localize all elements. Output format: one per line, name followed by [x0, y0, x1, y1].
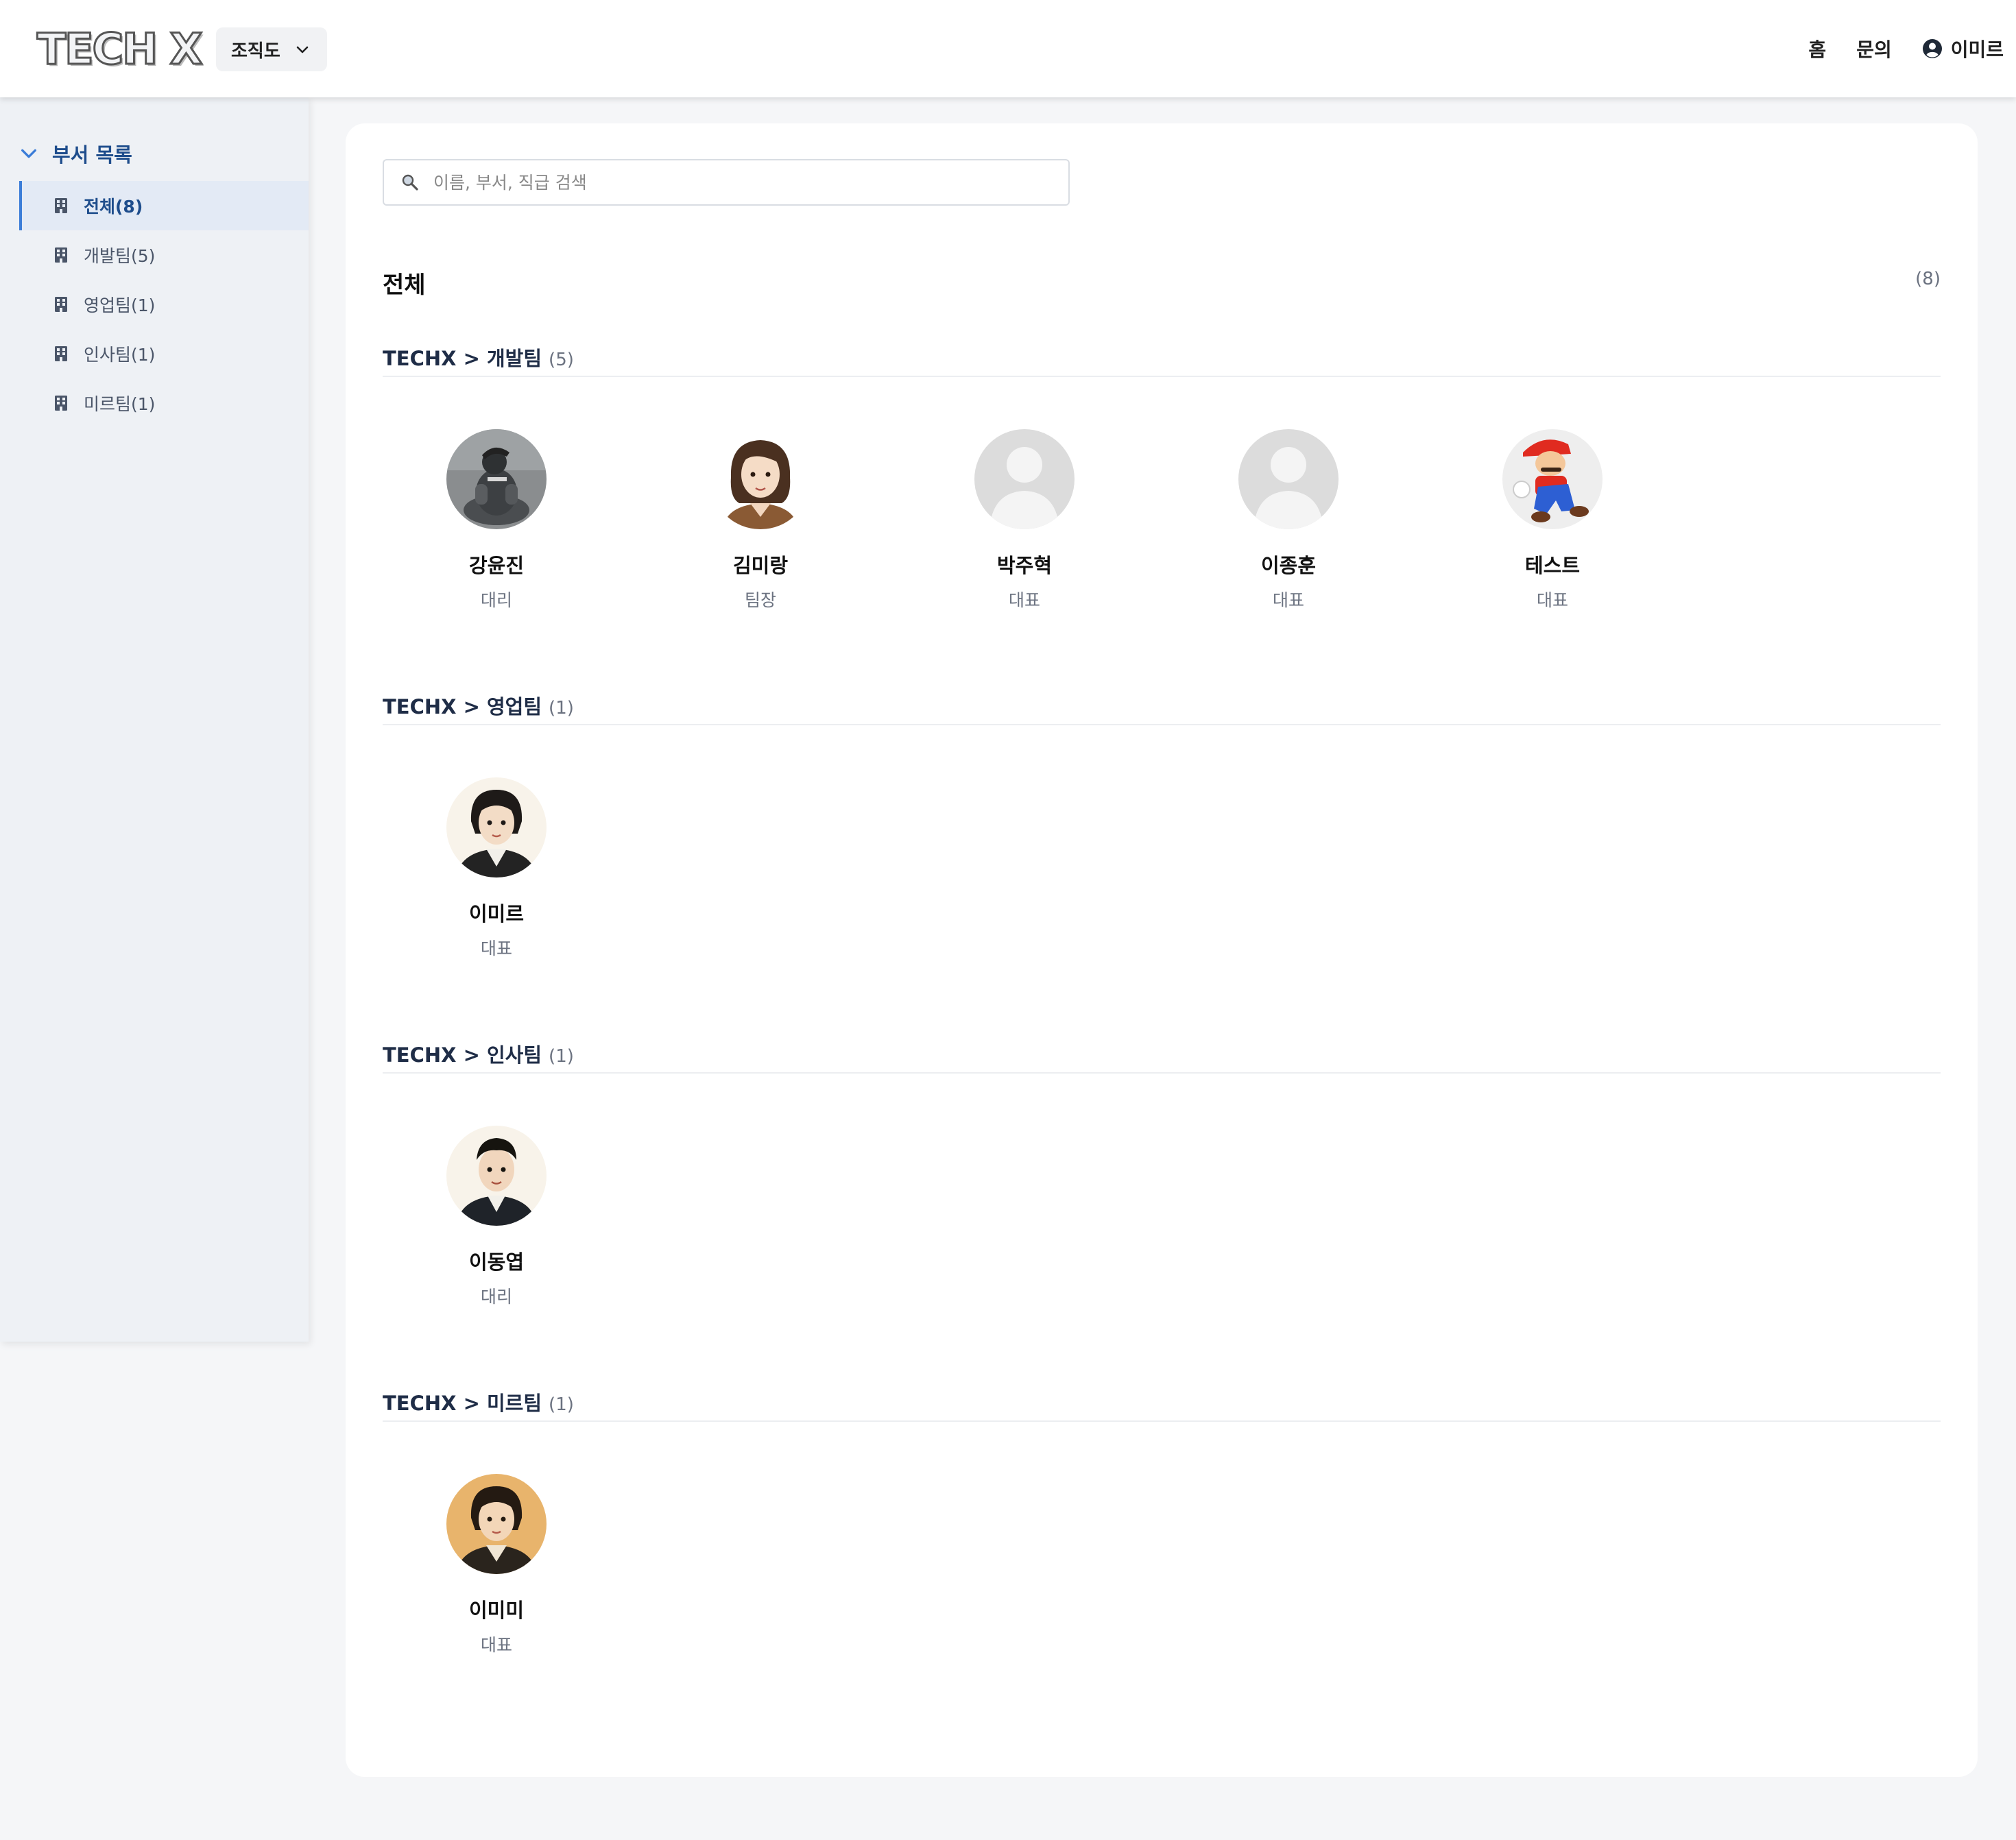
chevron-down-icon: [296, 46, 309, 53]
member-grid: 강윤진 대리 김미랑 팀장 박주혁 대표 이종훈 대표 테스트 대표: [383, 377, 1941, 651]
illustrated-woman-icon: [446, 1474, 547, 1574]
member-card[interactable]: 이동엽 대리: [414, 1126, 579, 1308]
group-header: TECHX > 미르팀 (1): [383, 1381, 1941, 1422]
illustrated-woman-icon: [710, 429, 811, 529]
member-grid: 이동엽 대리: [383, 1074, 1941, 1348]
member-role: 팀장: [744, 590, 776, 610]
sidebar-item-label: 인사팀(1): [84, 345, 156, 365]
group-title: TECHX > 인사팀: [383, 1043, 542, 1067]
member-card[interactable]: 이미미 대표: [414, 1474, 579, 1656]
group-header: TECHX > 개발팀 (5): [383, 336, 1941, 377]
mario-character-icon: [1502, 429, 1603, 529]
department-list-title: 부서 목록: [52, 143, 132, 167]
member-name: 테스트: [1524, 554, 1581, 577]
department-group-sales: TECHX > 영업팀 (1) 이미르 대표: [383, 684, 1941, 1000]
member-role: 대표: [1272, 590, 1304, 610]
top-header: TECH X 조직도 홈 문의 이미르: [0, 0, 2016, 97]
member-grid: 이미미 대표: [383, 1422, 1941, 1696]
group-count: (1): [549, 698, 574, 718]
sidebar-item-label: 영업팀(1): [84, 295, 156, 315]
group-title: TECHX > 개발팀: [383, 347, 542, 370]
member-role: 대표: [480, 1635, 512, 1655]
user-menu[interactable]: 이미르: [1922, 35, 2004, 62]
sidebar-item-all[interactable]: 전체(8): [19, 181, 309, 230]
member-name: 김미랑: [732, 554, 789, 577]
techx-logo[interactable]: TECH X: [36, 23, 203, 75]
avatar: [446, 1126, 547, 1226]
member-card[interactable]: 이종훈 대표: [1206, 429, 1371, 612]
department-list-toggle[interactable]: 부서 목록: [19, 140, 132, 167]
avatar: [1502, 429, 1603, 529]
avatar: [446, 777, 547, 877]
group-header: TECHX > 영업팀 (1): [383, 684, 1941, 725]
member-role: 대표: [1008, 590, 1040, 610]
sidebar-item-sales-team[interactable]: 영업팀(1): [19, 280, 309, 329]
illustrated-man-icon: [446, 1126, 547, 1226]
member-card[interactable]: 테스트 대표: [1470, 429, 1635, 612]
section-title: 전체: [383, 271, 426, 299]
department-sidebar: 부서 목록 전체(8) 개발팀(5) 영업팀(1) 인사팀(1) 미르팀(1): [0, 97, 309, 1342]
group-header: TECHX > 인사팀 (1): [383, 1032, 1941, 1074]
avatar: [974, 429, 1075, 529]
chevron-down-icon: [21, 149, 36, 158]
member-card[interactable]: 김미랑 팀장: [678, 429, 843, 612]
member-search[interactable]: [383, 159, 1070, 206]
nav-inquiry-link[interactable]: 문의: [1856, 35, 1892, 62]
nav-home-link[interactable]: 홈: [1808, 35, 1826, 62]
department-group-mir: TECHX > 미르팀 (1) 이미미 대표: [383, 1381, 1941, 1696]
user-name: 이미르: [1950, 38, 2004, 61]
building-icon: [55, 247, 67, 263]
member-name: 이종훈: [1260, 554, 1317, 577]
sidebar-item-mir-team[interactable]: 미르팀(1): [19, 378, 309, 428]
group-title: TECHX > 미르팀: [383, 1392, 542, 1415]
sidebar-item-label: 전체(8): [84, 197, 143, 217]
building-icon: [55, 198, 67, 213]
avatar: [1238, 429, 1339, 529]
member-card[interactable]: 박주혁 대표: [942, 429, 1107, 612]
department-group-dev: TECHX > 개발팀 (5) 강윤진 대리 김미랑 팀장 박주혁 대표 이종훈…: [383, 336, 1941, 651]
default-avatar-icon: [974, 429, 1075, 529]
default-avatar-icon: [1238, 429, 1339, 529]
member-name: 강윤진: [468, 554, 525, 577]
illustrated-woman-icon: [446, 777, 547, 877]
member-role: 대표: [480, 939, 512, 958]
group-title: TECHX > 영업팀: [383, 695, 542, 718]
member-name: 박주혁: [996, 554, 1053, 577]
org-chart-dropdown-label: 조직도: [231, 40, 280, 62]
search-input[interactable]: [433, 172, 1051, 193]
avatar: [710, 429, 811, 529]
building-icon: [55, 346, 67, 361]
member-card[interactable]: 강윤진 대리: [414, 429, 579, 612]
member-name: 이동엽: [468, 1250, 525, 1274]
sidebar-item-label: 미르팀(1): [84, 394, 156, 414]
avatar: [446, 1474, 547, 1574]
member-name: 이미르: [468, 902, 525, 925]
department-group-hr: TECHX > 인사팀 (1) 이동엽 대리: [383, 1032, 1941, 1348]
search-icon: [402, 174, 418, 191]
member-name: 이미미: [468, 1599, 525, 1622]
sidebar-item-label: 개발팀(5): [84, 246, 156, 266]
user-circle-icon: [1922, 39, 1942, 58]
group-count: (5): [549, 350, 574, 370]
member-role: 대표: [1536, 590, 1568, 610]
member-role: 대리: [480, 1287, 512, 1307]
section-count: (8): [1915, 269, 1941, 289]
member-role: 대리: [480, 590, 512, 610]
building-icon: [55, 396, 67, 411]
member-card[interactable]: 이미르 대표: [414, 777, 579, 960]
sidebar-item-dev-team[interactable]: 개발팀(5): [19, 230, 309, 280]
member-directory-card: 전체 (8) TECHX > 개발팀 (5): [346, 123, 1978, 1777]
top-nav: 홈 문의 이미르: [1808, 0, 2004, 97]
group-count: (1): [549, 1394, 574, 1415]
building-icon: [55, 297, 67, 312]
group-count: (1): [549, 1046, 574, 1067]
sidebar-item-hr-team[interactable]: 인사팀(1): [19, 329, 309, 378]
avatar: [446, 429, 547, 529]
statue-photo-icon: [446, 429, 547, 529]
member-grid: 이미르 대표: [383, 725, 1941, 1000]
org-chart-dropdown[interactable]: 조직도: [216, 27, 327, 71]
